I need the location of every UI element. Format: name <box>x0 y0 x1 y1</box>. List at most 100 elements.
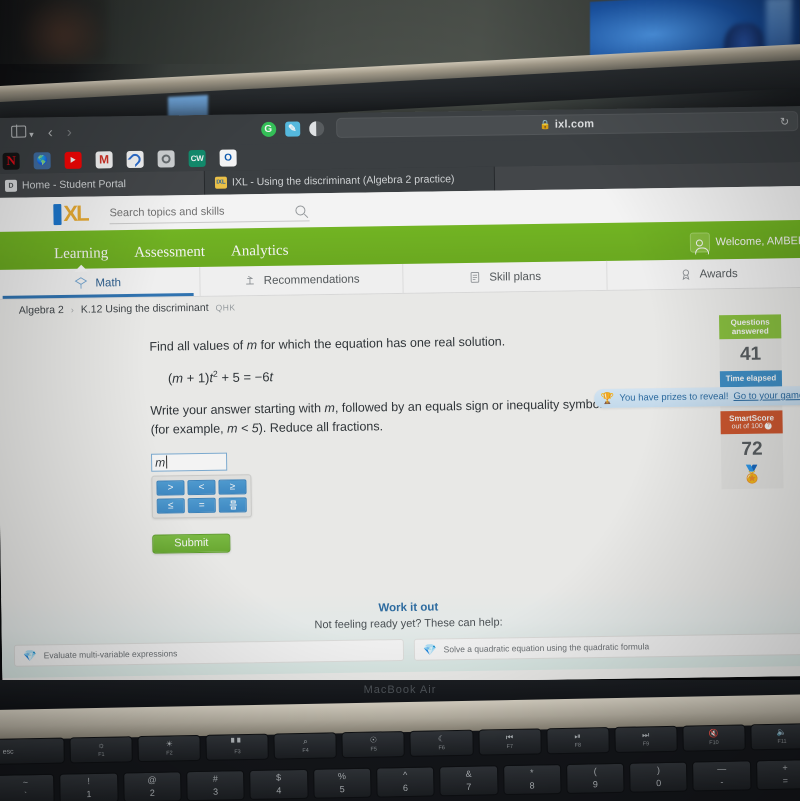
key-3[interactable]: #3 <box>186 770 245 801</box>
breadcrumb-separator: › <box>70 304 74 315</box>
key-fraction[interactable] <box>218 497 247 513</box>
time-elapsed-badge: Time elapsed <box>719 370 783 387</box>
user-welcome[interactable]: Welcome, AMBER <box>689 231 800 253</box>
contrast-extension-icon[interactable] <box>308 120 324 136</box>
breadcrumb-course[interactable]: Algebra 2 <box>19 304 64 317</box>
key-backtick[interactable]: ~ ` <box>0 773 56 801</box>
search-box[interactable] <box>109 199 310 225</box>
trophy-icon: 🏆 <box>600 392 615 406</box>
key-f3[interactable]: ▘▘ F3 <box>205 733 270 761</box>
smartscore-badge: SmartScore out of 100? <box>720 409 783 435</box>
tab-label: Math <box>95 276 122 290</box>
eq-plus-one: + 1) <box>182 370 210 386</box>
key-f8[interactable]: ⏯ F8 <box>545 727 610 755</box>
eq-rhs-coef: −6 <box>254 369 270 385</box>
key-0[interactable]: ) 0 <box>629 761 689 793</box>
eq-var-m: m <box>172 370 184 386</box>
key-4[interactable]: $4 <box>249 768 309 800</box>
key-less-than[interactable]: < <box>187 479 216 496</box>
key-f6[interactable]: ☾ F6 <box>409 729 474 757</box>
key-f7[interactable]: ⏮ F7 <box>477 728 542 756</box>
key-f4[interactable]: ⌕ F4 <box>273 732 338 760</box>
tab-awards[interactable]: Awards <box>606 257 800 290</box>
laptop-base: MacBook Air esc ☼ F1 ☀ F2 ▘▘ F3 ⌕ F4 ☉ F5 ☾ F6… <box>0 680 800 801</box>
key-f1[interactable]: ☼ F1 <box>69 736 134 764</box>
instruction-variable: m <box>324 401 336 416</box>
key-f11[interactable]: 🔈 F11 <box>750 723 800 751</box>
forward-arrow-icon[interactable]: › <box>60 123 79 140</box>
questions-answered-badge: Questions answered <box>719 314 782 340</box>
laptop-brand: MacBook Air <box>363 684 437 696</box>
help-icon[interactable]: ? <box>764 422 772 430</box>
instruction-part-3: ). Reduce all fractions. <box>258 419 384 436</box>
bookmark-netflix-icon[interactable]: N <box>2 152 20 170</box>
reload-icon[interactable]: ↻ <box>780 115 789 128</box>
bookmark-arc-icon[interactable] <box>126 150 144 168</box>
ixl-logo[interactable]: XL <box>53 201 88 226</box>
tab-home-student-portal[interactable]: D Home - Student Portal <box>0 170 206 198</box>
person-silhouette <box>18 0 108 62</box>
symbol-keypad: > < ≥ ≤ = <box>151 474 252 519</box>
tab-math[interactable]: Math <box>0 266 201 299</box>
instruction-part-1: Write your answer starting with <box>150 401 325 419</box>
skill-code: QHK <box>215 302 236 313</box>
prompt-post: for which the equation has one real solu… <box>256 334 506 353</box>
smartscore-value: 72 <box>741 438 763 461</box>
key-6[interactable]: ^ 6 <box>375 766 435 798</box>
tab-favicon-ixl: IXL <box>214 176 228 189</box>
key-f9[interactable]: ⏭ F9 <box>614 725 678 753</box>
key-equals[interactable]: = <box>187 497 216 514</box>
key-f2[interactable]: ☀ F2 <box>137 734 202 763</box>
bookmark-gmail-icon[interactable]: M <box>95 150 113 168</box>
key-2[interactable]: @2 <box>122 771 182 801</box>
text-caret <box>166 455 168 469</box>
key-greater-equal[interactable]: ≥ <box>218 479 247 495</box>
bookmark-outlook-icon[interactable]: O <box>219 148 237 167</box>
back-arrow-icon[interactable]: ‹ <box>41 124 60 141</box>
answer-input[interactable]: m <box>150 452 228 472</box>
grammarly-extension-icon[interactable]: G <box>260 121 276 137</box>
key-equals[interactable]: + = <box>755 759 800 791</box>
bookmark-cw-icon[interactable]: CW <box>188 149 206 167</box>
nav-learning[interactable]: Learning <box>54 245 108 263</box>
tab-skill-plans[interactable]: Skill plans <box>403 260 608 293</box>
smartscore-sub: out of 100? <box>731 422 772 431</box>
tab-label: Skill plans <box>489 270 542 284</box>
question-prompt: Find all values of m for which the equat… <box>149 331 609 356</box>
key-1[interactable]: ! 1 <box>59 772 119 801</box>
key-8[interactable]: * 8 <box>502 764 562 796</box>
submit-button[interactable]: Submit <box>152 533 231 554</box>
url-text: ixl.com <box>554 118 595 131</box>
key-esc[interactable]: esc <box>0 737 66 765</box>
notes-extension-icon[interactable]: ✎ <box>284 120 300 137</box>
key-7[interactable]: & 7 <box>439 765 499 797</box>
prize-banner[interactable]: 🏆 You have prizes to reveal! Go to your … <box>593 385 800 409</box>
key-f5[interactable]: ☉ F5 <box>341 730 406 759</box>
prize-link[interactable]: Go to your game <box>733 390 800 402</box>
help-card-evaluate-expressions[interactable]: 💎 Evaluate multi-variable expressions <box>13 638 405 667</box>
bookmark-circle-icon[interactable] <box>157 149 175 168</box>
key-5[interactable]: % 5 <box>312 767 372 799</box>
nav-assessment[interactable]: Assessment <box>134 244 205 262</box>
key-9[interactable]: (9 <box>565 762 625 794</box>
search-input[interactable] <box>109 203 310 219</box>
equation: (m + 1)t2 + 5 = −6t <box>168 363 610 386</box>
sidebar-toggle-icon[interactable]: ▾ <box>4 125 41 141</box>
logo-i-bar <box>53 203 62 225</box>
nav-analytics[interactable]: Analytics <box>231 243 289 261</box>
tab-title: IXL - Using the discriminant (Algebra 2 … <box>231 173 455 189</box>
key-less-equal[interactable]: ≤ <box>156 498 185 514</box>
prompt-variable: m <box>246 338 258 353</box>
answer-prefix: m <box>155 455 166 470</box>
screenshot-root: ▾ ‹ › G ✎ 🔒 ixl.com ↻ N 🌎 M CW O D Home … <box>0 0 800 801</box>
help-card-quadratic-formula[interactable]: 💎 Solve a quadratic equation using the q… <box>413 633 800 661</box>
bookmark-youtube-icon[interactable] <box>64 151 82 169</box>
bookmark-globe-icon[interactable]: 🌎 <box>33 151 51 169</box>
search-icon[interactable] <box>295 204 306 216</box>
key-f10[interactable]: 🔇 F10 <box>682 724 746 752</box>
address-bar[interactable]: 🔒 ixl.com ↻ <box>335 111 799 138</box>
tab-recommendations[interactable]: Recommendations <box>199 263 404 296</box>
key-greater-than[interactable]: > <box>156 480 185 496</box>
lock-icon: 🔒 <box>539 119 551 130</box>
key-minus[interactable]: — - <box>692 760 752 792</box>
